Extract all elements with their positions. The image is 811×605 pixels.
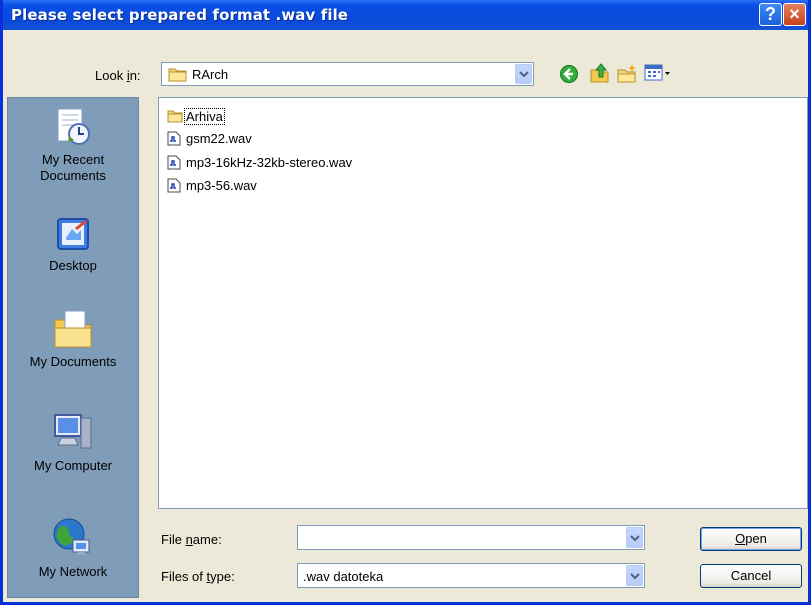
file-name-dropdown-button[interactable] — [626, 527, 643, 548]
file-open-dialog: Please select prepared format .wav file … — [0, 0, 811, 605]
file-name-text: gsm22.wav — [186, 131, 252, 146]
place-label: My Computer — [33, 458, 113, 473]
place-label: Desktop — [49, 258, 97, 273]
window-title: Please select prepared format .wav file — [11, 6, 349, 24]
file-name-text: mp3-56.wav — [186, 178, 257, 193]
desktop-icon — [8, 216, 138, 254]
files-of-type-label: Files of type: — [161, 569, 235, 584]
back-icon[interactable] — [559, 64, 579, 87]
place-my-documents[interactable]: My Documents — [8, 306, 138, 370]
place-my-recent-documents[interactable]: My Recent Documents — [8, 106, 138, 184]
recent-documents-icon — [8, 106, 138, 148]
file-name-text: Arhiva — [184, 108, 225, 125]
file-name-label: File name: — [161, 532, 222, 547]
my-documents-icon — [8, 306, 138, 350]
files-of-type-combo[interactable]: .wav datoteka — [297, 563, 645, 588]
file-list[interactable]: Arhiva gsm22.wav mp3-16kHz-32kb-stereo.w… — [158, 97, 808, 509]
wav-file-icon — [167, 178, 181, 196]
new-folder-icon[interactable] — [616, 62, 638, 87]
look-in-label-text: Look in: — [95, 68, 141, 83]
close-button[interactable]: × — [783, 3, 806, 26]
place-label: My Network — [38, 564, 108, 579]
open-button[interactable]: Open — [700, 527, 802, 551]
my-network-icon — [8, 516, 138, 560]
place-label: My Recent Documents — [40, 152, 106, 183]
file-name-input[interactable] — [300, 528, 620, 547]
title-bar[interactable]: Please select prepared format .wav file … — [3, 0, 808, 30]
places-bar: My Recent Documents Desktop My Documents — [7, 97, 139, 598]
folder-icon — [167, 109, 183, 127]
view-menu-icon[interactable] — [644, 63, 672, 86]
file-name-text: mp3-16kHz-32kb-stereo.wav — [186, 155, 353, 170]
file-name-combo[interactable] — [297, 525, 645, 550]
folder-icon — [168, 66, 188, 86]
look-in-value: RArch — [192, 67, 229, 82]
place-my-network[interactable]: My Network — [8, 516, 138, 580]
look-in-dropdown-button[interactable] — [515, 64, 532, 84]
wav-file-icon — [167, 155, 181, 173]
place-my-computer[interactable]: My Computer — [8, 412, 138, 474]
files-of-type-value: .wav datoteka — [303, 569, 384, 584]
look-in-label: Look in: — [95, 68, 141, 83]
my-computer-icon — [8, 412, 138, 454]
up-folder-icon[interactable] — [589, 62, 611, 87]
look-in-combo[interactable]: RArch — [161, 62, 534, 86]
files-of-type-dropdown-button[interactable] — [626, 565, 643, 586]
place-desktop[interactable]: Desktop — [8, 216, 138, 274]
place-label: My Documents — [29, 354, 117, 369]
cancel-button[interactable]: Cancel — [700, 564, 802, 588]
help-button[interactable]: ? — [759, 3, 782, 26]
wav-file-icon — [167, 131, 181, 149]
